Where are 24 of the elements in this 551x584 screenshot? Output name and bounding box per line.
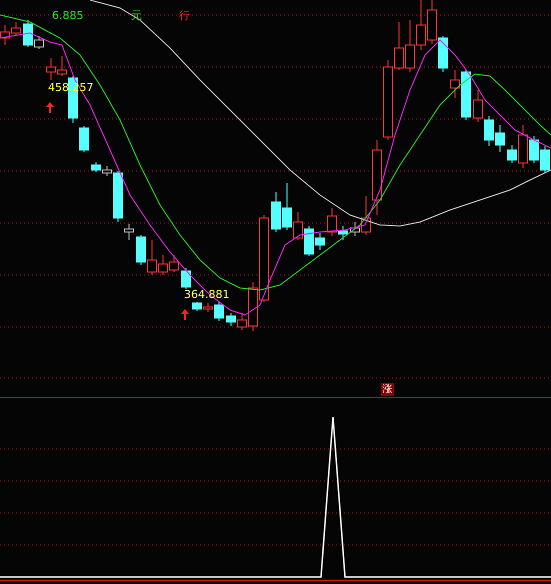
candlestick: [79, 126, 89, 152]
rise-signal-label: 涨: [381, 383, 394, 396]
candlestick: [271, 192, 281, 232]
price-value: 6.885: [52, 9, 84, 22]
candlestick: [46, 58, 56, 80]
candlestick: [11, 22, 21, 36]
candlestick: [169, 254, 179, 272]
candlestick: [0, 24, 10, 46]
candlestick: [91, 162, 101, 172]
candlestick: [181, 268, 191, 290]
up-arrow-icon: [46, 102, 54, 113]
candlestick: [226, 312, 236, 326]
candlestick: [136, 234, 146, 266]
chart-label: 行: [179, 9, 190, 22]
candlestick: [473, 90, 483, 122]
up-arrow-icon: [181, 309, 189, 320]
candlestick: [192, 302, 202, 312]
candlestick: [540, 146, 550, 174]
candlestick: [416, 0, 426, 50]
candlestick: [484, 116, 494, 146]
candlestick: [405, 20, 415, 72]
candlestick: [438, 36, 448, 72]
candlestick: [427, 0, 437, 44]
candlestick: [495, 124, 505, 152]
